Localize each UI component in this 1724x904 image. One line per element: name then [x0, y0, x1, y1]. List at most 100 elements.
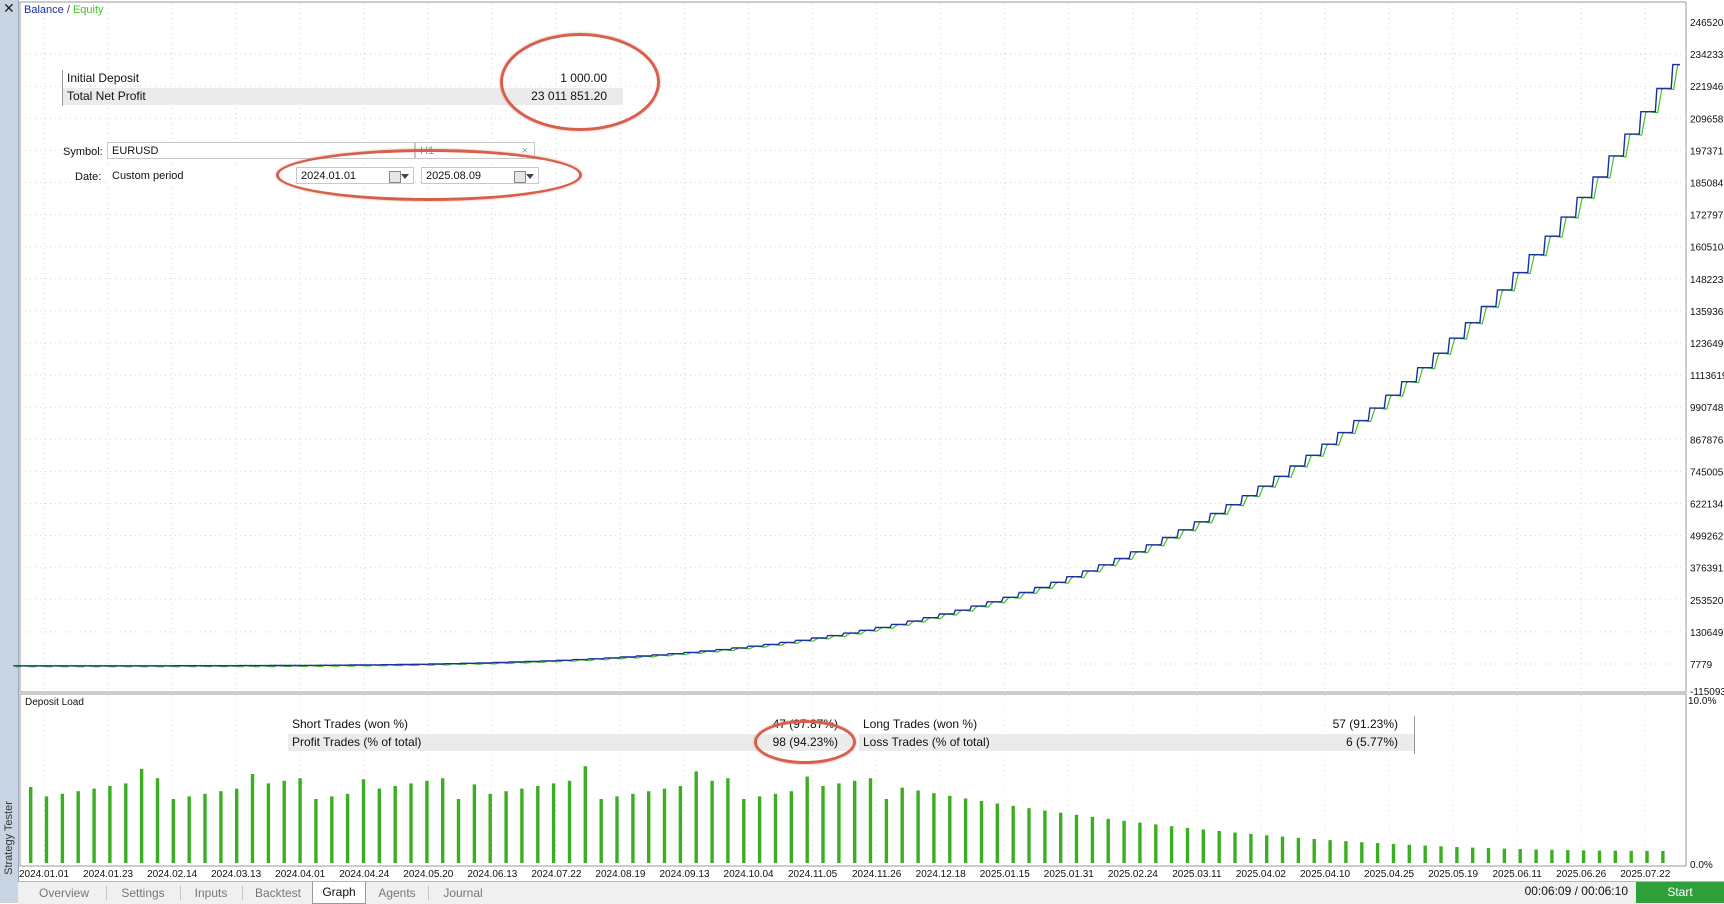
deposit-load-bar — [425, 780, 429, 863]
deposit-load-bar — [187, 796, 191, 863]
chart-legend: Balance / Equity — [24, 4, 104, 16]
highlight-ring-dates — [276, 149, 582, 201]
deposit-load-bar — [1661, 851, 1665, 863]
deposit-load-bar — [298, 778, 302, 863]
deposit-load-bar — [662, 788, 667, 863]
x-tick-label: 2025.04.02 — [1236, 869, 1286, 880]
y-tick-label: 1359362 — [1690, 307, 1724, 318]
deposit-load-bar — [361, 779, 366, 863]
initial-deposit-label: Initial Deposit — [67, 71, 140, 85]
deposit-load-bar — [805, 776, 809, 863]
deposit-load-bar — [282, 780, 286, 863]
deposit-load-bar — [409, 783, 413, 863]
deposit-load-bar — [1249, 833, 1253, 863]
net-profit-label: Total Net Profit — [67, 89, 146, 103]
x-tick-label: 2025.06.26 — [1556, 869, 1606, 880]
deposit-load-bar — [393, 786, 397, 863]
x-tick-label: 2025.03.11 — [1172, 869, 1222, 880]
deposit-load-bar — [1486, 848, 1491, 863]
tab-graph[interactable]: Graph — [312, 882, 366, 904]
y-tick-label: 1605104 — [1690, 243, 1724, 254]
long-trades-value: 57 (91.23%) — [1332, 717, 1398, 731]
deposit-load-bar — [1328, 840, 1332, 863]
tester-tab-bar: Overview Settings Inputs Backtest Graph … — [18, 881, 1724, 904]
deposit-load-bar — [29, 787, 33, 863]
deposit-load-bar — [884, 799, 889, 863]
tab-separator — [180, 886, 181, 900]
y-tick-label: 2219461 — [1690, 82, 1724, 93]
deposit-load-bar — [1011, 805, 1015, 863]
deposit-load-bar — [250, 774, 255, 863]
deposit-load-bar — [1154, 824, 1158, 863]
tab-backtest[interactable]: Backtest — [246, 883, 310, 903]
deposit-load-bar — [1169, 826, 1174, 863]
deposit-load-bar — [678, 786, 683, 863]
deposit-load-bar — [504, 791, 508, 863]
deposit-load-bar — [567, 780, 572, 863]
tab-overview[interactable]: Overview — [26, 883, 102, 903]
deposit-load-bar — [1566, 850, 1570, 863]
loss-trades-label: Loss Trades (% of total) — [863, 735, 990, 749]
highlight-ring-profit-trades — [754, 720, 856, 764]
deposit-load-bar — [235, 788, 239, 863]
x-tick-label: 2024.02.14 — [147, 869, 197, 880]
deposit-load-bar — [1502, 848, 1507, 863]
deposit-load-bar — [1629, 850, 1633, 863]
tab-separator — [242, 886, 243, 900]
x-tick-label: 2024.05.20 — [403, 869, 453, 880]
deposit-load-bar — [773, 793, 778, 863]
y-tick-label: 745005 — [1690, 467, 1724, 478]
y-tick-label: 1727975 — [1690, 211, 1724, 222]
deposit-load-bar — [1185, 827, 1190, 863]
deposit-load-bar — [932, 793, 936, 863]
y-tick-label: 130649 — [1690, 628, 1724, 639]
deposit-load-bar — [1534, 849, 1538, 863]
x-tick-label: 2025.05.19 — [1428, 869, 1478, 880]
x-tick-label: 2024.01.23 — [83, 869, 133, 880]
y-tick-label: 376391 — [1690, 564, 1724, 575]
y-tick-label: 1973718 — [1690, 146, 1724, 157]
profit-trades-label: Profit Trades (% of total) — [292, 735, 422, 749]
x-tick-label: 2024.08.19 — [595, 869, 645, 880]
tab-separator — [428, 886, 429, 900]
deposit-load-bar — [1518, 849, 1522, 863]
start-button[interactable]: Start — [1636, 882, 1724, 903]
legend-balance: Balance — [24, 4, 64, 16]
date-label: Date: — [75, 171, 102, 183]
deposit-load-bar — [139, 768, 144, 863]
tab-agents[interactable]: Agents — [368, 883, 426, 903]
deposit-load-bar — [1233, 832, 1237, 863]
deposit-load-bar — [1312, 839, 1316, 863]
deposit-load-bar — [837, 783, 841, 863]
y-tick-label: 1236490 — [1690, 339, 1724, 350]
y-tick-label: 1482233 — [1690, 275, 1724, 286]
deposit-load-bar — [1138, 822, 1142, 863]
tab-inputs[interactable]: Inputs — [184, 883, 238, 903]
deposit-load-bar — [647, 791, 651, 863]
deposit-load-bar — [963, 798, 968, 863]
x-tick-label: 2024.04.01 — [275, 869, 325, 880]
date-mode-select[interactable]: Custom period — [107, 167, 285, 184]
deposit-load-bar — [314, 799, 318, 863]
deposit-load-bar — [472, 784, 477, 863]
tab-journal[interactable]: Journal — [432, 883, 494, 903]
deposit-load-bar — [44, 796, 49, 863]
x-tick-label: 2024.03.13 — [211, 869, 261, 880]
y-tick-label: 867876 — [1690, 435, 1724, 446]
deposit-load-bar — [456, 799, 461, 863]
deposit-load-bar — [76, 791, 80, 863]
deposit-load-bar — [1265, 835, 1269, 863]
tab-settings[interactable]: Settings — [110, 883, 176, 903]
symbol-value: EURUSD — [112, 145, 159, 157]
deposit-load-bar — [1439, 846, 1443, 863]
deposit-load-bar — [789, 791, 793, 863]
loss-trades-value: 6 (5.77%) — [1345, 735, 1398, 749]
symbol-label: Symbol: — [63, 146, 103, 158]
deposit-load-bar — [900, 787, 904, 863]
tab-separator — [106, 886, 107, 900]
deposit-load-min-label: 0.0% — [1690, 860, 1713, 871]
legend-equity: Equity — [72, 4, 104, 16]
deposit-load-bar — [583, 766, 587, 863]
deposit-load-bar — [155, 778, 160, 863]
y-tick-label: 499262 — [1690, 532, 1724, 543]
